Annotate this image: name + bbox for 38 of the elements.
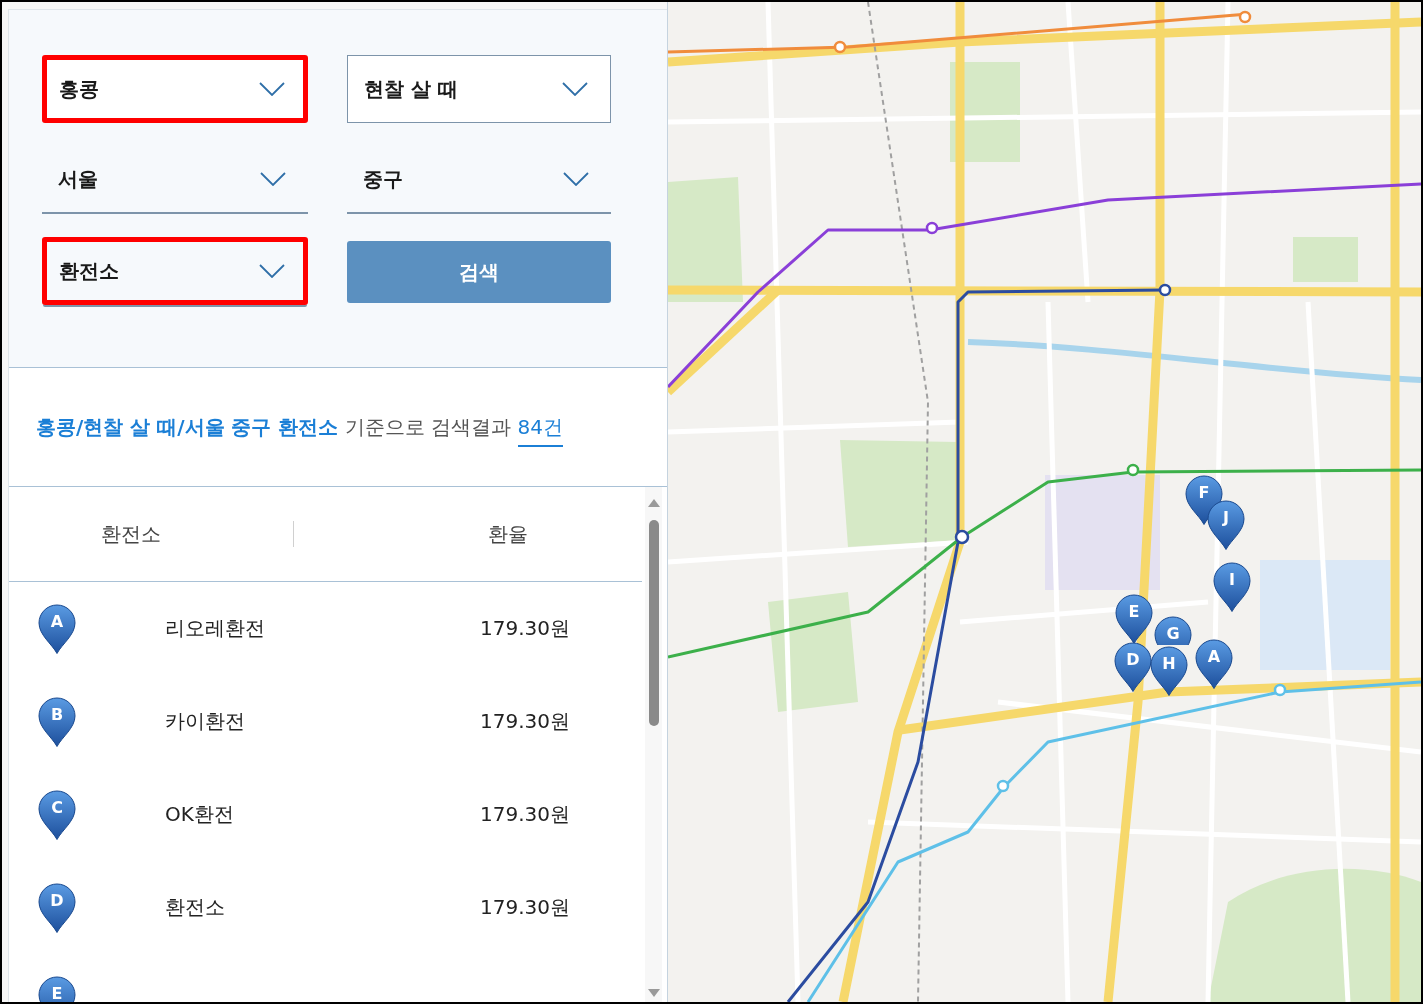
chevron-down-icon (562, 82, 588, 96)
scrollbar-thumb[interactable] (648, 520, 659, 726)
scroll-up-icon[interactable] (647, 499, 660, 507)
exchange-office-name: 카이환전 (165, 708, 246, 735)
map-pin[interactable]: I (1213, 562, 1251, 612)
column-header: 환전소 (100, 520, 162, 548)
exchange-rate: 179.30원 (480, 801, 570, 828)
map-pin[interactable]: A (1195, 639, 1233, 689)
chevron-down-icon (259, 82, 285, 96)
marker-pin: B (38, 696, 76, 747)
scrollbar[interactable] (645, 487, 662, 1002)
scroll-down-icon[interactable] (647, 989, 660, 997)
exchange-office-name: 리오레환전 (165, 615, 266, 642)
map-pin[interactable]: G (1154, 616, 1192, 645)
exchange-rate: 179.30원 (480, 894, 570, 921)
chevron-down-icon (259, 264, 285, 278)
marker-pin: C (38, 789, 76, 840)
exchange-office-name: OK환전 (165, 801, 235, 828)
dropdown[interactable]: 환전소 (42, 237, 308, 305)
map-pin[interactable]: D (1114, 642, 1152, 692)
search-button[interactable]: 검색 (347, 241, 611, 303)
chevron-down-icon (563, 172, 589, 186)
map-pin[interactable]: E (1115, 594, 1153, 644)
marker-pin: D (38, 882, 76, 933)
chevron-down-icon (260, 172, 286, 186)
map-pin[interactable]: H (1150, 646, 1188, 696)
exchange-office-name: 환전소 (165, 894, 226, 921)
marker-pin: E (38, 975, 76, 1002)
dropdown[interactable]: 홍콩 (42, 55, 308, 123)
result-count-link[interactable]: 84건 (517, 414, 563, 447)
dropdown[interactable]: 서울 (42, 146, 308, 214)
map-pin[interactable]: J (1207, 500, 1245, 550)
column-header: 환율 (487, 520, 529, 548)
dropdown[interactable]: 현찰 살 때 (347, 55, 611, 123)
exchange-rate: 179.30원 (480, 615, 570, 642)
dropdown[interactable]: 중구 (347, 146, 611, 214)
marker-pin: A (38, 603, 76, 654)
exchange-rate: 179.30원 (480, 708, 570, 735)
